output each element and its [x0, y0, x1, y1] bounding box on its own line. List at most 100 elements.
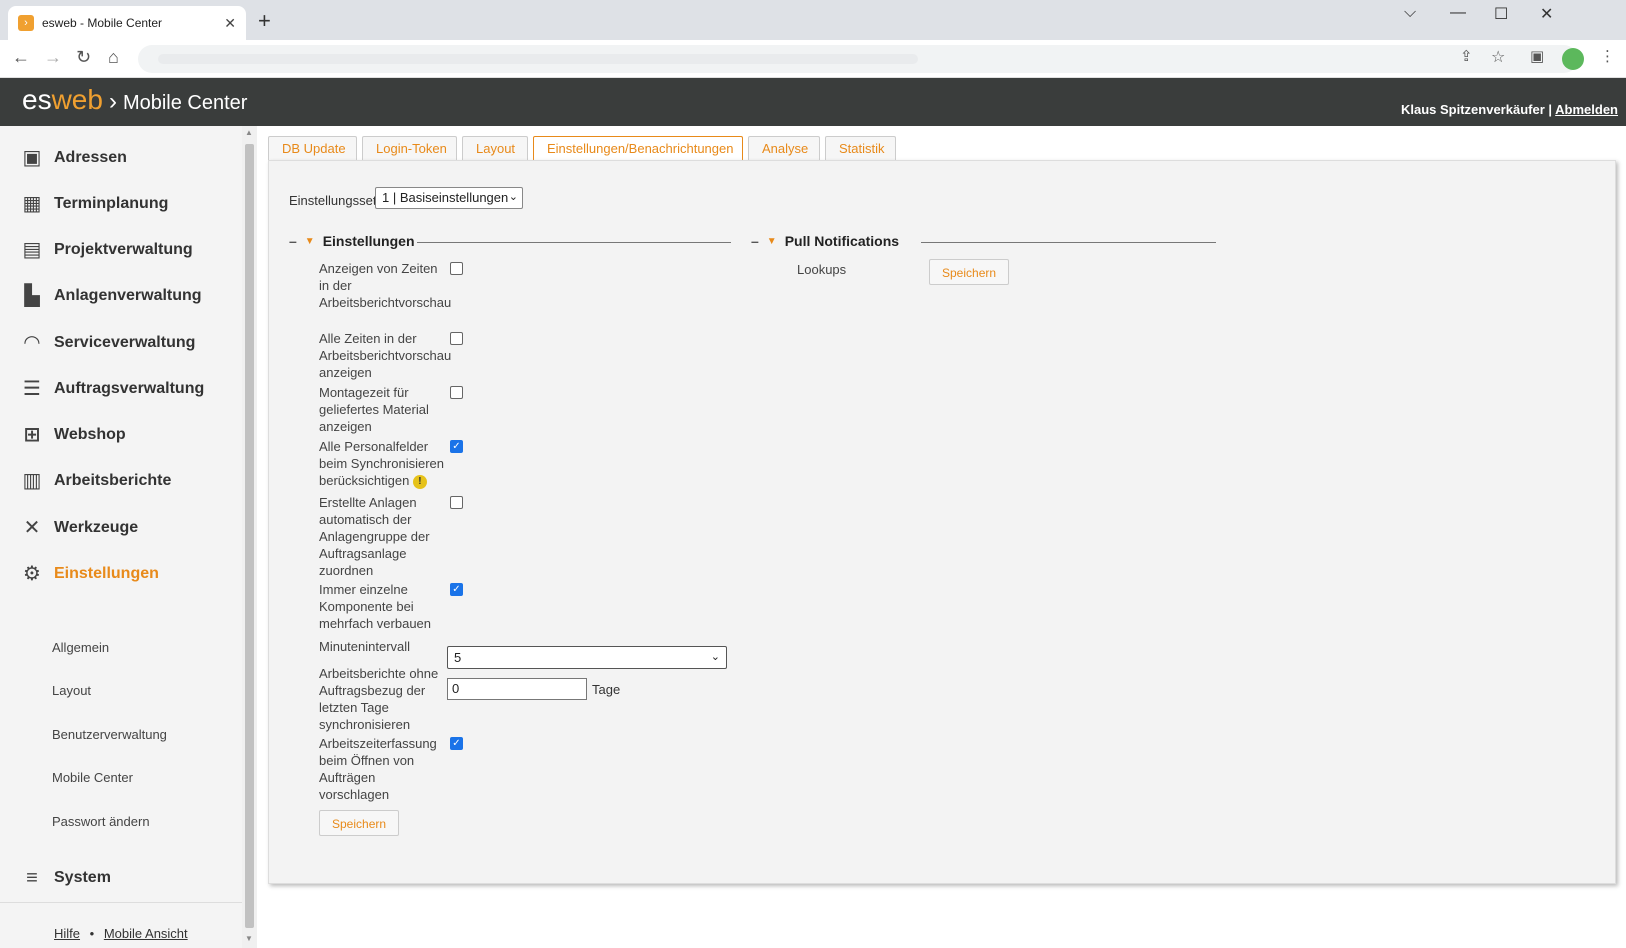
back-icon[interactable]: ← [12, 47, 30, 68]
factory-icon: ▙ [24, 285, 40, 307]
close-window-icon[interactable]: ✕ [1540, 4, 1553, 24]
share-icon[interactable]: ⇪ [1460, 47, 1473, 65]
nav-anlagenverwaltung[interactable]: ▙ Anlagenverwaltung [20, 284, 202, 308]
settings-panel: Einstellungsset 1 | Basiseinstellungen ⌄… [268, 160, 1616, 884]
settingsset-select[interactable]: 1 | Basiseinstellungen ⌄ [375, 187, 523, 209]
side-panel-icon[interactable]: ▣ [1530, 47, 1544, 65]
nav-serviceverwaltung[interactable]: ◠ Serviceverwaltung [20, 331, 195, 355]
triangle-down-icon: ▼ [766, 235, 777, 247]
nav-label: Einstellungen [54, 565, 159, 582]
profile-avatar[interactable] [1562, 48, 1584, 70]
logout-link[interactable]: Abmelden [1555, 102, 1618, 117]
bookmark-star-icon[interactable]: ☆ [1491, 47, 1505, 67]
browser-tab[interactable]: › esweb - Mobile Center ✕ [8, 6, 246, 40]
nav-projektverwaltung[interactable]: ▤ Projektverwaltung [20, 238, 193, 262]
maximize-icon[interactable]: ☐ [1494, 4, 1508, 24]
collapse-icon: – [289, 233, 297, 249]
scroll-down-icon[interactable]: ▼ [245, 934, 253, 943]
nav-adressen[interactable]: ▣ Adressen [20, 146, 127, 170]
nav-auftragsverwaltung[interactable]: ☰ Auftragsverwaltung [20, 377, 204, 401]
browser-tab-title: esweb - Mobile Center [42, 16, 163, 30]
tab-einstellungen-benachrichtungen[interactable]: Einstellungen/Benachrichtungen [533, 136, 743, 161]
sidebar: ▣ Adressen ▦ Terminplanung ▤ Projektverwalt… [0, 126, 242, 948]
tab-analyse[interactable]: Analyse [748, 136, 820, 161]
checkbox-einzelne-komponente[interactable]: ✓ [450, 583, 463, 596]
section-title: Pull Notifications [784, 233, 900, 249]
new-tab-icon[interactable]: + [258, 8, 271, 34]
address-book-icon: ▣ [22, 147, 42, 169]
fieldset-line [417, 242, 731, 243]
triangle-down-icon: ▼ [304, 235, 315, 247]
nav-label: Adressen [54, 149, 127, 166]
days-input[interactable]: 0 [447, 678, 587, 700]
subnav-allgemein[interactable]: Allgemein [52, 640, 109, 655]
scrollbar-thumb[interactable] [245, 144, 254, 928]
nav-label: Projektverwaltung [54, 241, 193, 258]
nav-arbeitsberichte[interactable]: ▥ Arbeitsberichte [20, 469, 172, 493]
subnav-layout[interactable]: Layout [52, 683, 91, 698]
tab-search-icon[interactable]: ⌵ [1404, 4, 1416, 22]
database-icon: ≡ [26, 867, 38, 889]
nav-system[interactable]: ≡ System [20, 866, 111, 890]
checkbox-personalfelder[interactable]: ✓ [450, 440, 463, 453]
nav-terminplanung[interactable]: ▦ Terminplanung [20, 192, 169, 216]
lookups-label: Lookups [797, 262, 847, 277]
subnav-benutzerverwaltung[interactable]: Benutzerverwaltung [52, 727, 167, 742]
esweb-logo[interactable]: esweb › Mobile Center [22, 84, 247, 116]
checkbox-alle-zeiten[interactable] [450, 332, 463, 345]
help-link[interactable]: Hilfe [54, 926, 80, 941]
minuteninterval-value: 5 [454, 650, 462, 665]
save-settings-button[interactable]: Speichern [319, 810, 400, 836]
tab-db-update[interactable]: DB Update [268, 136, 357, 161]
field-label: Immer einzelne Komponente bei mehrfach v… [319, 582, 432, 631]
mobile-view-link[interactable]: Mobile Ansicht [104, 926, 188, 941]
menu-icon[interactable]: ⋮ [1600, 47, 1615, 65]
field-label: Anzeigen von Zeiten in der Arbeitsberich… [319, 261, 452, 310]
list-icon: ☰ [23, 378, 41, 400]
nav-werkzeuge[interactable]: ✕ Werkzeuge [20, 516, 139, 540]
minimize-icon[interactable]: — [1450, 4, 1466, 22]
logo-es: es [22, 84, 52, 115]
settingsset-label: Einstellungsset [289, 193, 377, 208]
tab-login-token[interactable]: Login-Token [362, 136, 457, 161]
checkbox-montagezeit[interactable] [450, 386, 463, 399]
nav-einstellungen[interactable]: ⚙ Einstellungen [20, 562, 159, 586]
subnav-mobile-center[interactable]: Mobile Center [52, 770, 133, 785]
nav-label: Webshop [54, 426, 126, 443]
checkbox-zeiten-vorschau[interactable] [450, 262, 463, 275]
days-label: Arbeitsberichte ohne Auftragsbezug der l… [319, 666, 439, 732]
nav-label: Arbeitsberichte [54, 472, 172, 489]
field-label: Arbeitszeiterfassung beim Öffnen von Auf… [319, 736, 437, 802]
close-tab-icon[interactable]: ✕ [224, 15, 236, 32]
logo-web: web [51, 84, 103, 115]
subnav-passwort-aendern[interactable]: Passwort ändern [52, 814, 150, 829]
esweb-favicon-icon: › [18, 15, 34, 31]
reload-icon[interactable]: ↻ [76, 47, 91, 68]
nav-webshop[interactable]: ⊞ Webshop [20, 423, 126, 447]
tab-statistik[interactable]: Statistik [825, 136, 896, 161]
field-label-personalfelder: Alle Personalfelder beim Synchronisieren… [319, 438, 445, 489]
forward-icon[interactable]: → [44, 47, 62, 68]
warning-icon[interactable]: ! [412, 474, 427, 489]
sidebar-divider [0, 902, 242, 903]
checkbox-anlagengruppe[interactable] [450, 496, 463, 509]
checkbox-arbeitszeiterfassung[interactable]: ✓ [450, 737, 463, 750]
scroll-up-icon[interactable]: ▲ [245, 128, 253, 137]
home-icon[interactable]: ⌂ [108, 47, 119, 68]
nav-label: Anlagenverwaltung [54, 287, 202, 304]
collapse-icon: – [751, 233, 759, 249]
settingsset-value: 1 | Basiseinstellungen [382, 190, 509, 205]
section-title: Einstellungen [322, 233, 415, 249]
sidebar-scrollbar[interactable]: ▲ ▼ [242, 126, 257, 948]
einstellungen-legend[interactable]: – ▼ Einstellungen [289, 233, 415, 249]
field-label: Erstellte Anlagen automatisch der Anlage… [319, 495, 430, 578]
gears-icon: ⚙ [23, 563, 41, 585]
tab-layout[interactable]: Layout [462, 136, 528, 161]
pull-notifications-legend[interactable]: – ▼ Pull Notifications [751, 233, 899, 249]
field-label: Montagezeit für geliefertes Material anz… [319, 385, 429, 434]
save-lookups-button[interactable]: Speichern [929, 259, 1010, 285]
footer-separator: • [89, 926, 95, 941]
address-bar[interactable] [138, 45, 1578, 73]
clipboard-icon: ▥ [22, 470, 42, 492]
minuteninterval-select[interactable]: 5 ⌄ [447, 646, 727, 669]
